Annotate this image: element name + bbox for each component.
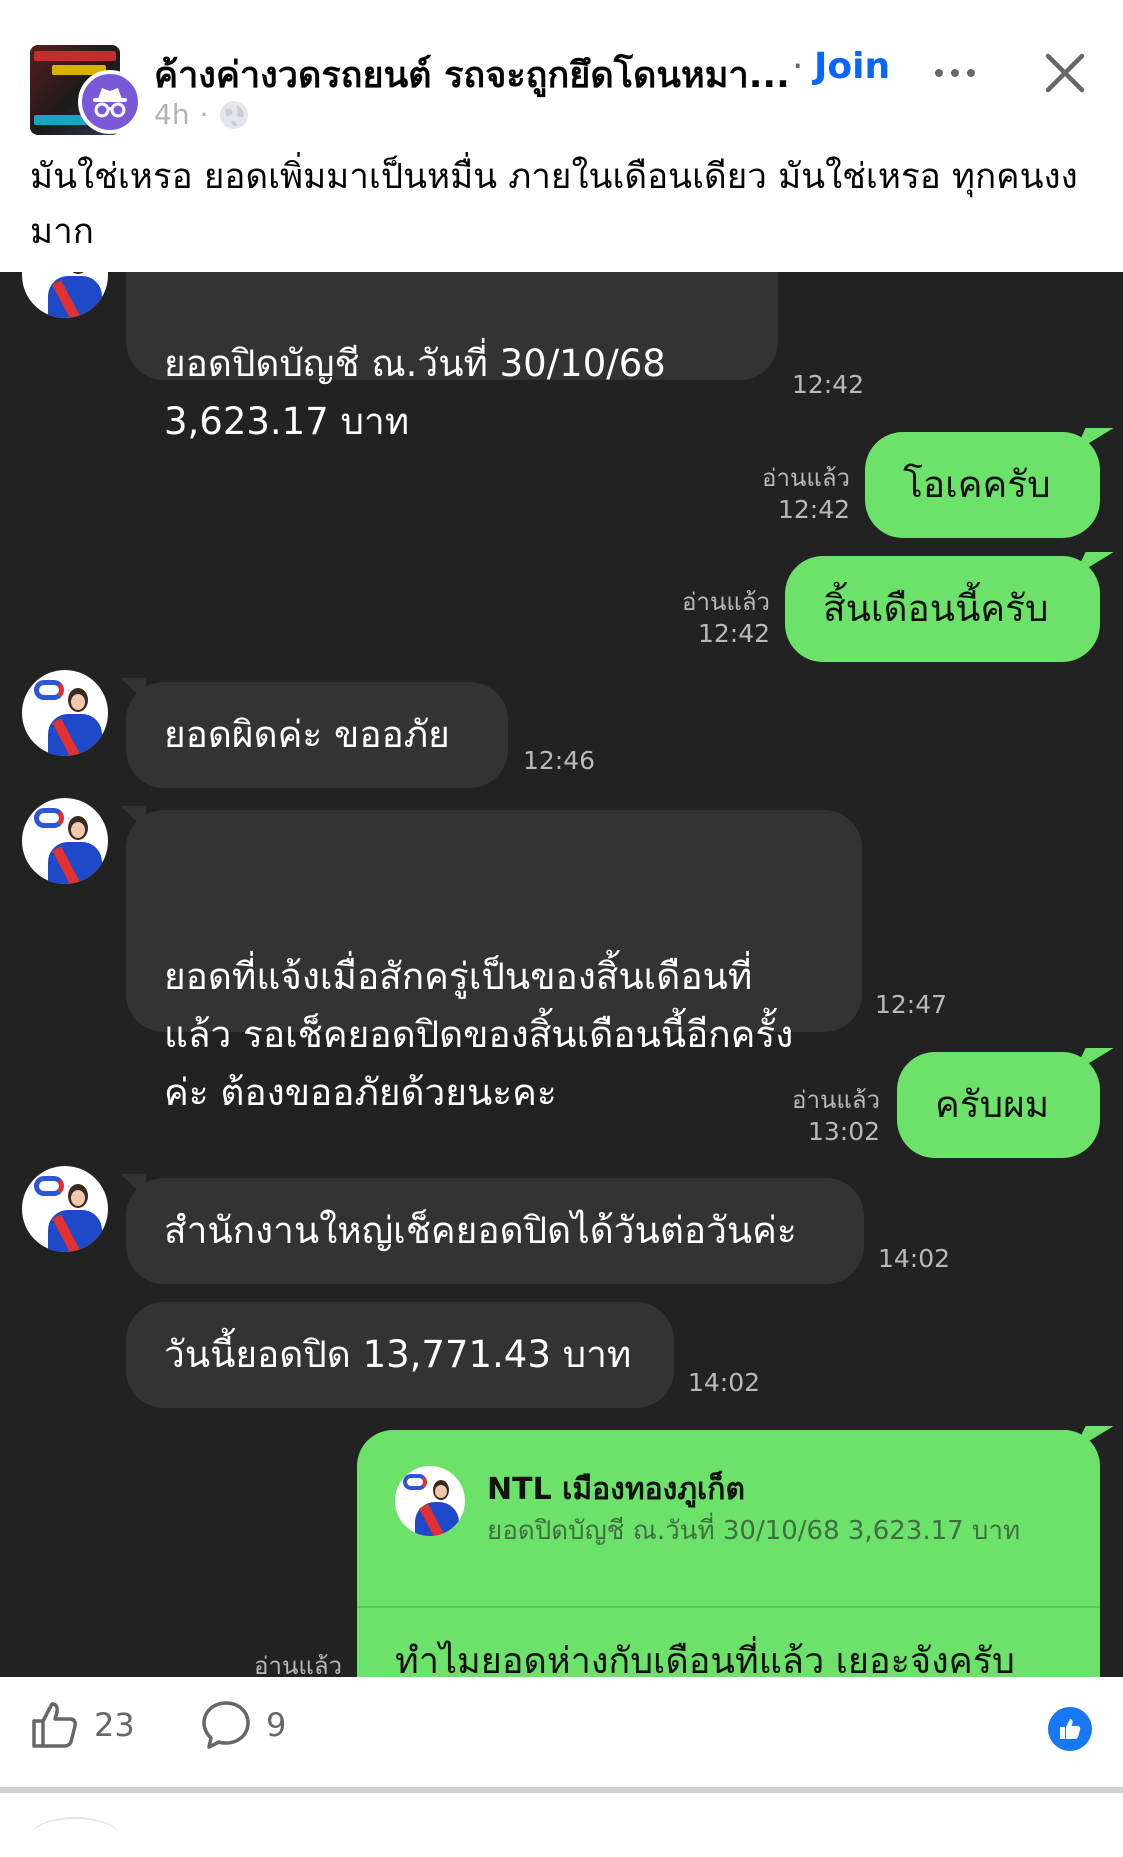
- like-reaction-icon[interactable]: [1048, 1707, 1092, 1751]
- chat-screenshot[interactable]: ยอดปิดบัญชี ณ.วันที่ 30/10/68 3,623.17 บ…: [0, 272, 1123, 1677]
- anonymous-incognito-icon: [78, 70, 142, 134]
- post-footer: 23 9: [0, 1677, 1123, 1829]
- chat-message: ยอดผิดค่ะ ขออภัย: [120, 678, 508, 788]
- globe-icon: [220, 100, 249, 129]
- chat-message-text: สิ้นเดือนนี้ครับ: [823, 587, 1049, 630]
- more-horizontal-icon[interactable]: [930, 55, 980, 91]
- agent-avatar: [22, 1166, 108, 1252]
- read-status: อ่านแล้ว: [792, 1086, 880, 1114]
- reply-message: NTL เมืองทองภูเก็ต ยอดปิดบัญชี ณ.วันที่ …: [357, 1426, 1114, 1677]
- quote-divider: [357, 1606, 1100, 1608]
- chat-message: สำนักงานใหญ่เช็คยอดปิดได้วันต่อวันค่ะ: [120, 1174, 864, 1284]
- post-time[interactable]: 4h: [154, 98, 190, 131]
- post-meta: 4h ·: [154, 98, 250, 131]
- comment-count: 9: [266, 1706, 287, 1744]
- chat-timestamp: 12:42: [697, 619, 770, 648]
- like-button[interactable]: 23: [28, 1699, 135, 1751]
- chat-message-text: ยอดปิดบัญชี ณ.วันที่ 30/10/68 3,623.17 บ…: [164, 342, 666, 443]
- comment-button[interactable]: 9: [200, 1699, 286, 1751]
- chat-message: ครับผม: [897, 1048, 1114, 1158]
- read-status: อ่านแล้ว: [682, 588, 770, 616]
- chat-message: วันนี้ยอดปิด 13,771.43 บาท: [126, 1302, 674, 1408]
- agent-avatar: [22, 272, 108, 318]
- quoted-text: ยอดปิดบัญชี ณ.วันที่ 30/10/68 3,623.17 บ…: [487, 1516, 1021, 1546]
- chat-message-text: วันนี้ยอดปิด 13,771.43 บาท: [164, 1333, 632, 1376]
- chat-message: ยอดที่แจ้งเมื่อสักครู่เป็นของสิ้นเดือนที…: [120, 806, 862, 1114]
- read-status: อ่านแล้ว: [762, 464, 850, 492]
- title-separator: ·: [792, 46, 804, 87]
- chat-message: สิ้นเดือนนี้ครับ: [785, 552, 1114, 662]
- chat-message-text: ยอดที่แจ้งเมื่อสักครู่เป็นของสิ้นเดือนที…: [164, 955, 794, 1114]
- post-divider: [0, 1787, 1123, 1793]
- chat-timestamp: 14:02: [688, 1368, 761, 1397]
- read-receipt: อ่านแล้ว 13:02: [730, 1084, 880, 1148]
- close-icon[interactable]: [1040, 48, 1090, 98]
- like-count: 23: [94, 1706, 135, 1744]
- comment-bubble-icon: [202, 1701, 250, 1749]
- chat-timestamp: 12:46: [523, 746, 596, 775]
- chat-message-text: ครับผม: [935, 1083, 1050, 1126]
- chat-timestamp: 13:02: [807, 1117, 880, 1146]
- group-name-link[interactable]: ค้างค่างวดรถยนต์ รถจะถูกยึดโดนหมา...: [154, 46, 790, 103]
- quoted-sender: NTL เมืองทองภูเก็ต: [487, 1472, 745, 1507]
- read-status: อ่านแล้ว: [254, 1652, 342, 1677]
- meta-separator: ·: [199, 98, 209, 131]
- next-post-avatar: [30, 1817, 120, 1857]
- post-header: ค้างค่างวดรถยนต์ รถจะถูกยึดโดนหมา... · J…: [0, 0, 1123, 270]
- read-receipt: อ่านแล้ว 12:42: [620, 586, 770, 650]
- agent-avatar: [22, 670, 108, 756]
- chat-message-text: ทำไมยอดห่างกับเดือนที่แล้ว เยอะจังครับ: [395, 1641, 1015, 1677]
- chat-message: โอเคครับ: [865, 428, 1114, 538]
- read-receipt: อ่านแล้ว 12:42: [700, 462, 850, 526]
- post-text: มันใช่เหรอ ยอดเพิ่มมาเป็นหมื่น ภายในเดือ…: [30, 157, 1078, 252]
- agent-avatar: [22, 798, 108, 884]
- quoted-avatar: [395, 1466, 465, 1536]
- chat-message: ยอดปิดบัญชี ณ.วันที่ 30/10/68 3,623.17 บ…: [126, 272, 778, 443]
- chat-message-text: สำนักงานใหญ่เช็คยอดปิดได้วันต่อวันค่ะ: [164, 1209, 797, 1252]
- chat-timestamp: 14:02: [878, 1244, 951, 1273]
- join-button[interactable]: Join: [814, 46, 890, 87]
- chat-timestamp: 12:42: [792, 370, 865, 399]
- chat-message-text: โอเคครับ: [903, 463, 1051, 506]
- chat-timestamp: 12:47: [875, 990, 948, 1019]
- thumbs-up-icon: [32, 1702, 77, 1748]
- chat-message-text: ยอดผิดค่ะ ขออภัย: [164, 713, 450, 756]
- chat-timestamp: 12:42: [777, 495, 850, 524]
